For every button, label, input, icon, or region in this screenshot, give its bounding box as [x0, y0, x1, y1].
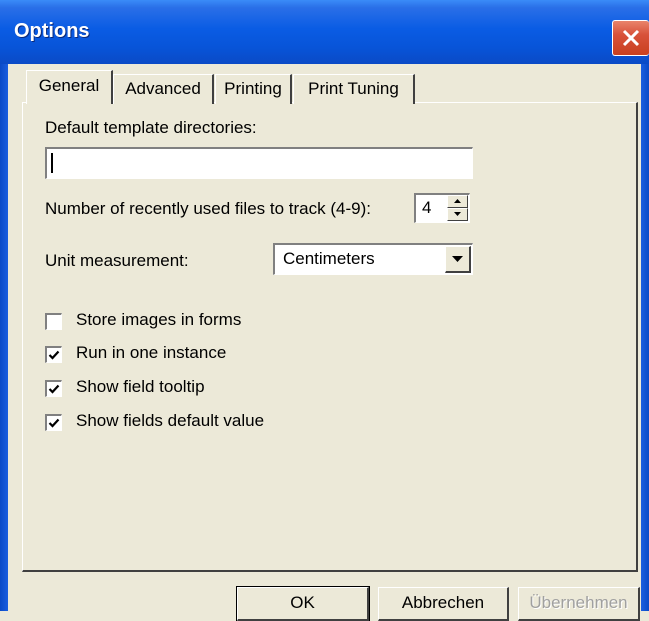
one-instance-checkbox[interactable]	[45, 346, 62, 363]
recent-files-spinner[interactable]: 4	[414, 193, 470, 223]
one-instance-label[interactable]: Run in one instance	[76, 343, 226, 363]
unit-dropdown-button[interactable]	[445, 246, 471, 273]
tab-printing[interactable]: Printing	[215, 74, 292, 104]
checkmark-icon	[48, 350, 60, 360]
recent-files-value[interactable]: 4	[422, 198, 431, 218]
tab-advanced[interactable]: Advanced	[113, 74, 214, 104]
text-caret	[51, 153, 53, 173]
tab-general[interactable]: General	[26, 70, 113, 104]
unit-select-value: Centimeters	[283, 249, 375, 268]
options-dialog: Options General Advanced Printing Print …	[0, 0, 649, 621]
store-images-checkbox[interactable]	[45, 313, 62, 330]
unit-label: Unit measurement:	[45, 251, 189, 270]
template-dir-label: Default template directories:	[45, 118, 257, 137]
spin-down-button[interactable]	[447, 208, 468, 221]
title-bar[interactable]: Options	[0, 0, 649, 64]
template-dir-input[interactable]	[45, 147, 473, 179]
window-title: Options	[14, 20, 90, 42]
apply-button[interactable]: Übernehmen	[518, 587, 640, 621]
spin-up-arrow-icon	[454, 199, 461, 203]
spin-down-arrow-icon	[454, 212, 461, 216]
store-images-label[interactable]: Store images in forms	[76, 310, 241, 330]
window-border-right	[641, 64, 649, 611]
unit-select[interactable]: Centimeters	[273, 243, 473, 275]
close-icon	[622, 29, 640, 47]
close-button[interactable]	[612, 20, 649, 56]
field-tooltip-checkbox[interactable]	[45, 380, 62, 397]
field-tooltip-label[interactable]: Show field tooltip	[76, 377, 205, 397]
spin-up-button[interactable]	[447, 195, 468, 208]
ok-button[interactable]: OK	[236, 586, 370, 621]
chevron-down-icon	[452, 256, 463, 262]
recent-files-label: Number of recently used files to track (…	[45, 199, 371, 218]
tab-print-tuning[interactable]: Print Tuning	[293, 74, 415, 104]
cancel-button[interactable]: Abbrechen	[378, 587, 509, 621]
checkmark-icon	[48, 384, 60, 394]
default-value-checkbox[interactable]	[45, 414, 62, 431]
window-border-left	[0, 64, 8, 611]
checkmark-icon	[48, 418, 60, 428]
default-value-label[interactable]: Show fields default value	[76, 411, 264, 431]
